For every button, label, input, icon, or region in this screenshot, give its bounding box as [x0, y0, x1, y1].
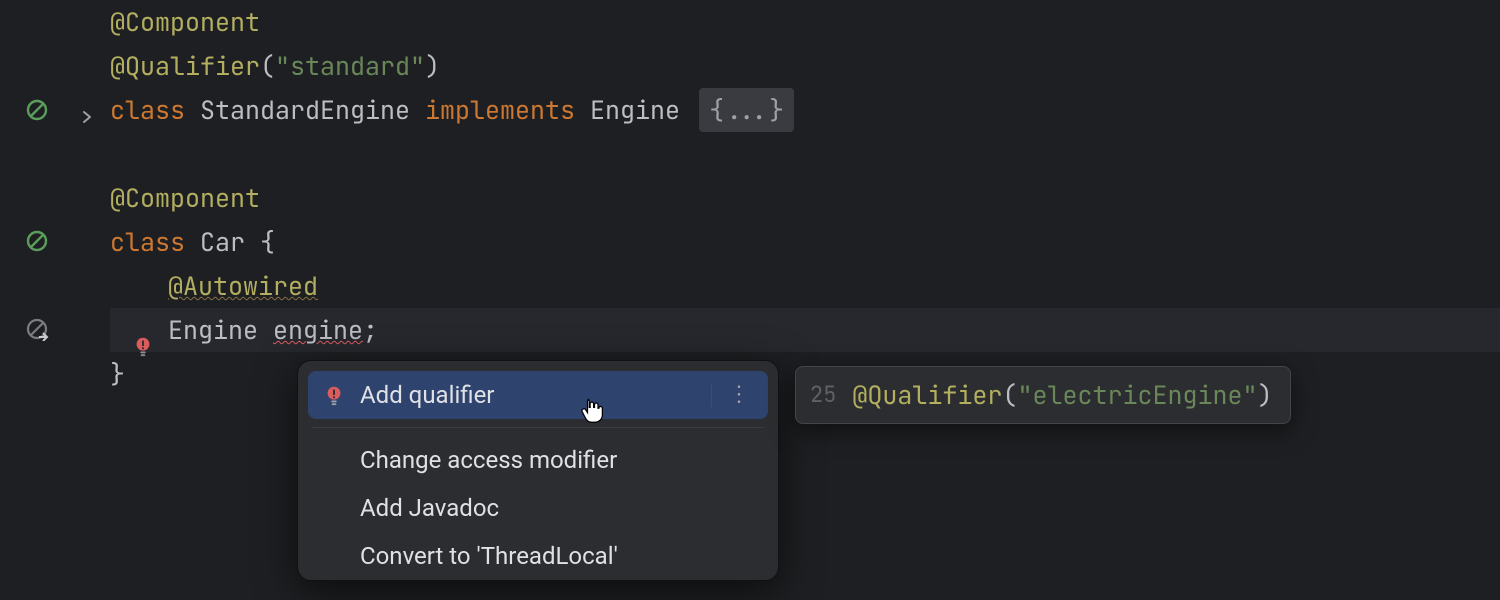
code-line[interactable]: class Car {	[110, 220, 1500, 264]
intention-item-add-javadoc[interactable]: Add Javadoc	[308, 484, 768, 532]
intention-item-add-qualifier[interactable]: Add qualifier ⋮	[308, 371, 768, 419]
keyword-token: class	[110, 225, 200, 259]
type-token: Engine	[590, 93, 695, 127]
annotation-token: @Component	[110, 5, 260, 39]
brace-token: {	[260, 225, 275, 259]
intention-preview-tooltip: 25 @Qualifier("electricEngine")	[795, 366, 1291, 424]
intention-bulb-icon[interactable]	[132, 326, 154, 348]
intention-item-label: Convert to 'ThreadLocal'	[360, 542, 618, 571]
type-token: Engine	[168, 313, 273, 347]
intention-item-label: Change access modifier	[360, 446, 617, 475]
annotation-token: @Autowired	[168, 269, 318, 303]
code-line[interactable]: @Component	[110, 0, 1500, 44]
kebab-icon: ⋮	[728, 384, 752, 406]
code-editor[interactable]: @Component @Qualifier("standard") class …	[0, 0, 1500, 600]
keyword-token: class	[110, 93, 200, 127]
divider-icon	[711, 383, 712, 407]
paren-token: (	[1002, 378, 1017, 412]
code-fold-placeholder[interactable]: {...}	[699, 88, 794, 132]
brace-token: }	[110, 357, 125, 391]
annotation-token: @Component	[110, 181, 260, 215]
annotation-token: @Qualifier	[852, 378, 1002, 412]
intention-item-change-access[interactable]: Change access modifier	[308, 436, 768, 484]
popup-divider	[312, 427, 764, 428]
editor-gutter	[0, 0, 100, 600]
string-token: "electricEngine"	[1017, 378, 1257, 412]
paren-token: (	[260, 49, 275, 83]
intention-item-label: Add qualifier	[360, 381, 494, 410]
gutter-navigate-icon[interactable]	[24, 316, 50, 342]
string-token: "standard"	[275, 49, 425, 83]
gutter-inspection-icon[interactable]	[24, 97, 50, 123]
intention-item-more[interactable]: ⋮	[711, 383, 752, 407]
code-line-current[interactable]: Engine engine;	[110, 308, 1500, 352]
paren-token: )	[425, 49, 440, 83]
fold-chevron-icon[interactable]	[78, 108, 96, 126]
error-bulb-icon	[322, 383, 346, 407]
annotation-token: @Qualifier	[110, 49, 260, 83]
code-line[interactable]: @Component	[110, 176, 1500, 220]
code-line[interactable]: class StandardEngine implements Engine {…	[110, 88, 1500, 132]
code-line[interactable]: @Qualifier("standard")	[110, 44, 1500, 88]
gutter-inspection-icon[interactable]	[24, 228, 50, 254]
semicolon-token: ;	[363, 313, 378, 347]
intention-item-convert-threadlocal[interactable]: Convert to 'ThreadLocal'	[308, 532, 768, 580]
code-line[interactable]: @Autowired	[110, 264, 1500, 308]
preview-line-number: 25	[810, 373, 836, 417]
keyword-token: implements	[425, 93, 590, 127]
class-name-token: Car	[200, 225, 260, 259]
class-name-token: StandardEngine	[200, 93, 425, 127]
intention-item-label: Add Javadoc	[360, 494, 499, 523]
paren-token: )	[1257, 378, 1272, 412]
field-name-token: engine	[273, 313, 363, 347]
code-line-empty[interactable]	[110, 132, 1500, 176]
intention-actions-popup: Add qualifier ⋮ Change access modifier A…	[297, 360, 779, 581]
